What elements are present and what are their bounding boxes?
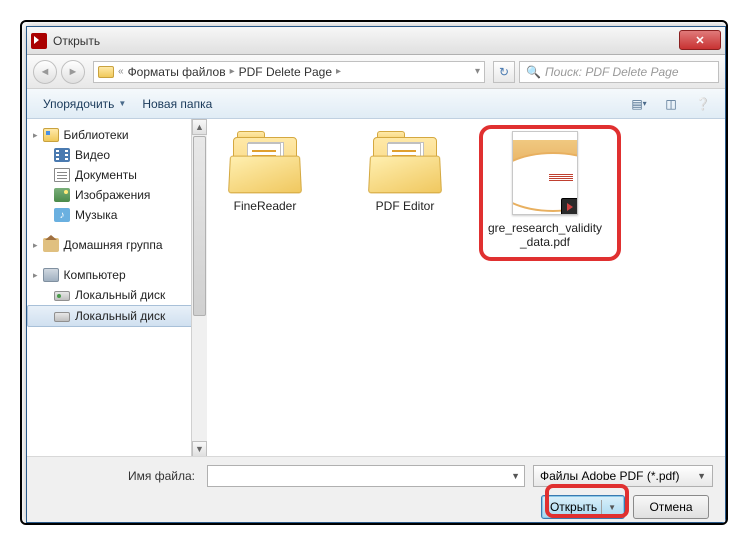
- open-dialog: Открыть ✕ ◄ ► « Форматы файлов ▸ PDF Del…: [26, 26, 726, 523]
- close-icon: ✕: [695, 34, 704, 47]
- sidebar-item-images[interactable]: Изображения: [27, 185, 194, 205]
- refresh-button[interactable]: ↻: [493, 61, 515, 83]
- file-label: gre_research_validity_data.pdf: [485, 221, 605, 249]
- sidebar-item-music[interactable]: ♪Музыка: [27, 205, 194, 225]
- screenshot-frame: Открыть ✕ ◄ ► « Форматы файлов ▸ PDF Del…: [20, 20, 728, 525]
- open-button[interactable]: Открыть▼: [541, 495, 625, 519]
- filetype-filter[interactable]: Файлы Adobe PDF (*.pdf)▼: [533, 465, 713, 487]
- file-label: FineReader: [234, 199, 297, 213]
- chevron-down-icon: ▼: [697, 471, 706, 481]
- chevron-left-icon: «: [118, 66, 124, 77]
- breadcrumb-segment[interactable]: Форматы файлов: [128, 65, 226, 79]
- organize-menu[interactable]: Упорядочить▼: [35, 93, 134, 115]
- folder-icon: [98, 66, 114, 78]
- folder-icon: [229, 131, 301, 193]
- footer: Имя файла: ▼ Файлы Adobe PDF (*.pdf)▼ От…: [27, 456, 725, 522]
- chevron-down-icon[interactable]: ▼: [511, 471, 520, 481]
- sidebar-item-documents[interactable]: Документы: [27, 165, 194, 185]
- filename-input[interactable]: ▼: [207, 465, 525, 487]
- scroll-up-icon[interactable]: ▲: [192, 119, 207, 135]
- file-item-pdf[interactable]: gre_research_validity_data.pdf: [485, 131, 605, 249]
- sidebar-item-disk-selected[interactable]: Локальный диск: [27, 305, 194, 327]
- sidebar-item-disk[interactable]: Локальный диск: [27, 285, 194, 305]
- new-folder-button[interactable]: Новая папка: [134, 93, 220, 115]
- chevron-right-icon: ▸: [336, 66, 341, 77]
- sidebar-item-homegroup[interactable]: ▸Домашняя группа: [27, 235, 194, 255]
- window-title: Открыть: [53, 34, 100, 48]
- search-icon: 🔍: [526, 65, 541, 79]
- chevron-down-icon: ▼: [118, 99, 126, 108]
- forward-button[interactable]: ►: [61, 60, 85, 84]
- breadcrumb[interactable]: « Форматы файлов ▸ PDF Delete Page ▸ ▾: [93, 61, 485, 83]
- sidebar: ▸Библиотеки Видео Документы Изображения …: [27, 119, 195, 457]
- dialog-body: ▸Библиотеки Видео Документы Изображения …: [27, 119, 725, 457]
- view-menu[interactable]: ▤ ▾: [625, 94, 653, 114]
- help-button[interactable]: ❔: [689, 94, 717, 114]
- folder-icon: [369, 131, 441, 193]
- chevron-right-icon: ▸: [230, 66, 235, 77]
- preview-pane-button[interactable]: ◫: [657, 94, 685, 114]
- sidebar-item-computer[interactable]: ▸Компьютер: [27, 265, 194, 285]
- scroll-down-icon[interactable]: ▼: [192, 441, 207, 457]
- filename-label: Имя файла:: [39, 469, 199, 483]
- toolbar: Упорядочить▼ Новая папка ▤ ▾ ◫ ❔: [27, 89, 725, 119]
- pdf-icon: [512, 131, 578, 215]
- folder-item[interactable]: PDF Editor: [345, 131, 465, 213]
- folder-item[interactable]: FineReader: [205, 131, 325, 213]
- chevron-down-icon[interactable]: ▾: [475, 66, 480, 77]
- nav-bar: ◄ ► « Форматы файлов ▸ PDF Delete Page ▸…: [27, 55, 725, 89]
- sidebar-item-video[interactable]: Видео: [27, 145, 194, 165]
- search-input[interactable]: 🔍 Поиск: PDF Delete Page: [519, 61, 719, 83]
- chevron-down-icon[interactable]: ▼: [601, 500, 616, 514]
- sidebar-scrollbar[interactable]: ▲ ▼: [191, 119, 207, 457]
- back-button[interactable]: ◄: [33, 60, 57, 84]
- breadcrumb-segment[interactable]: PDF Delete Page: [239, 65, 332, 79]
- app-icon: [31, 33, 47, 49]
- scroll-thumb[interactable]: [193, 136, 206, 316]
- sidebar-item-libraries[interactable]: ▸Библиотеки: [27, 125, 194, 145]
- file-label: PDF Editor: [376, 199, 435, 213]
- cancel-button[interactable]: Отмена: [633, 495, 709, 519]
- file-pane[interactable]: FineReader PDF Editor gre_research_valid…: [195, 119, 725, 457]
- close-button[interactable]: ✕: [679, 30, 721, 50]
- search-placeholder: Поиск: PDF Delete Page: [545, 65, 679, 79]
- titlebar: Открыть ✕: [27, 27, 725, 55]
